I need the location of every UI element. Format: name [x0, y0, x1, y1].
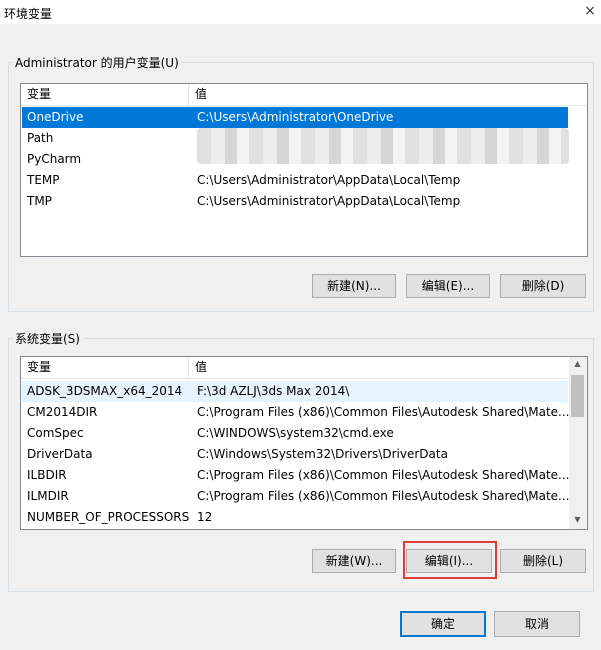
system-delete-button[interactable]: 删除(L) — [500, 549, 586, 573]
column-header-variable[interactable]: 变量 — [21, 84, 189, 105]
row-variable-name: ADSK_3DSMAX_x64_2014 — [27, 384, 183, 398]
user-variables-label: Administrator 的用户变量(U) — [12, 54, 182, 71]
table-row-temp[interactable]: TEMP C:\Users\Administrator\AppData\Loca… — [22, 170, 568, 191]
row-variable-value: C:\Program Files (x86)\Common Files\Auto… — [197, 468, 570, 482]
row-variable-name: ILMDIR — [27, 489, 69, 503]
row-variable-name: NUMBER_OF_PROCESSORS — [27, 510, 190, 524]
row-variable-value: 12 — [197, 510, 213, 524]
user-edit-button[interactable]: 编辑(E)... — [406, 274, 490, 298]
window-title: 环境变量 — [4, 7, 53, 21]
row-variable-name: Path — [27, 131, 54, 145]
row-variable-name: TEMP — [27, 173, 60, 187]
row-variable-value: C:\WINDOWS\system32\cmd.exe — [197, 426, 394, 440]
table-row-ilbdir[interactable]: ILBDIR C:\Program Files (x86)\Common Fil… — [22, 465, 570, 486]
table-row-number-of-processors[interactable]: NUMBER_OF_PROCESSORS 12 — [22, 507, 568, 528]
row-variable-name: TMP — [27, 194, 52, 208]
user-new-button[interactable]: 新建(N)... — [312, 274, 396, 298]
row-variable-value: C:\Users\Administrator\OneDrive — [197, 110, 394, 124]
ok-button[interactable]: 确定 — [400, 611, 486, 637]
row-variable-name: OneDrive — [27, 110, 84, 124]
row-variable-value: C:\Users\Administrator\AppData\Local\Tem… — [197, 194, 461, 208]
table-row-adsk-3dsmax[interactable]: ADSK_3DSMAX_x64_2014 F:\3d AZLJ\3ds Max … — [22, 381, 568, 402]
table-row-ilmdir[interactable]: ILMDIR C:\Program Files (x86)\Common Fil… — [22, 486, 570, 507]
user-list-header: 变量 值 — [21, 84, 587, 106]
row-variable-name: PyCharm — [27, 152, 82, 166]
close-icon[interactable]: × — [579, 0, 601, 24]
table-row-onedrive[interactable]: OneDrive C:\Users\Administrator\OneDrive — [22, 107, 568, 128]
scroll-up-icon[interactable]: ▲ — [569, 359, 586, 368]
system-list-header: 变量 值 — [21, 357, 587, 379]
table-row-driverdata[interactable]: DriverData C:\Windows\System32\Drivers\D… — [22, 444, 568, 465]
column-header-variable[interactable]: 变量 — [21, 357, 189, 378]
edit-button-highlight — [403, 541, 497, 579]
table-row-comspec[interactable]: ComSpec C:\WINDOWS\system32\cmd.exe — [22, 423, 568, 444]
system-new-button[interactable]: 新建(W)... — [312, 549, 396, 573]
scroll-down-icon[interactable]: ▼ — [569, 515, 586, 524]
table-row-cm2014dir[interactable]: CM2014DIR C:\Program Files (x86)\Common … — [22, 402, 570, 423]
row-variable-name: CM2014DIR — [27, 405, 98, 419]
row-variable-value: C:\Users\Administrator\AppData\Local\Tem… — [197, 173, 461, 187]
table-row-tmp[interactable]: TMP C:\Users\Administrator\AppData\Local… — [22, 191, 568, 212]
user-delete-button[interactable]: 删除(D) — [500, 274, 586, 298]
row-variable-name: ComSpec — [27, 426, 84, 440]
row-variable-value: F:\3d AZLJ\3ds Max 2014\ — [197, 384, 350, 398]
system-variables-list[interactable]: 变量 值 ADSK_3DSMAX_x64_2014 F:\3d AZLJ\3ds… — [20, 356, 588, 530]
redacted-value-blur — [197, 128, 569, 164]
system-variables-label: 系统变量(S) — [12, 330, 83, 347]
user-variables-list[interactable]: 变量 值 OneDrive C:\Users\Administrator\One… — [20, 83, 588, 257]
title-bar: 环境变量 × — [0, 0, 601, 24]
row-variable-name: DriverData — [27, 447, 93, 461]
row-variable-value: C:\Program Files (x86)\Common Files\Auto… — [197, 405, 570, 419]
column-header-value[interactable]: 值 — [189, 84, 207, 105]
column-header-value[interactable]: 值 — [189, 357, 207, 378]
row-variable-name: ILBDIR — [27, 468, 67, 482]
vertical-scrollbar[interactable]: ▲ ▼ — [569, 357, 587, 529]
cancel-button[interactable]: 取消 — [494, 611, 580, 637]
row-variable-value: C:\Windows\System32\Drivers\DriverData — [197, 447, 448, 461]
row-variable-value: C:\Program Files (x86)\Common Files\Auto… — [197, 489, 570, 503]
scrollbar-thumb[interactable] — [571, 375, 584, 417]
